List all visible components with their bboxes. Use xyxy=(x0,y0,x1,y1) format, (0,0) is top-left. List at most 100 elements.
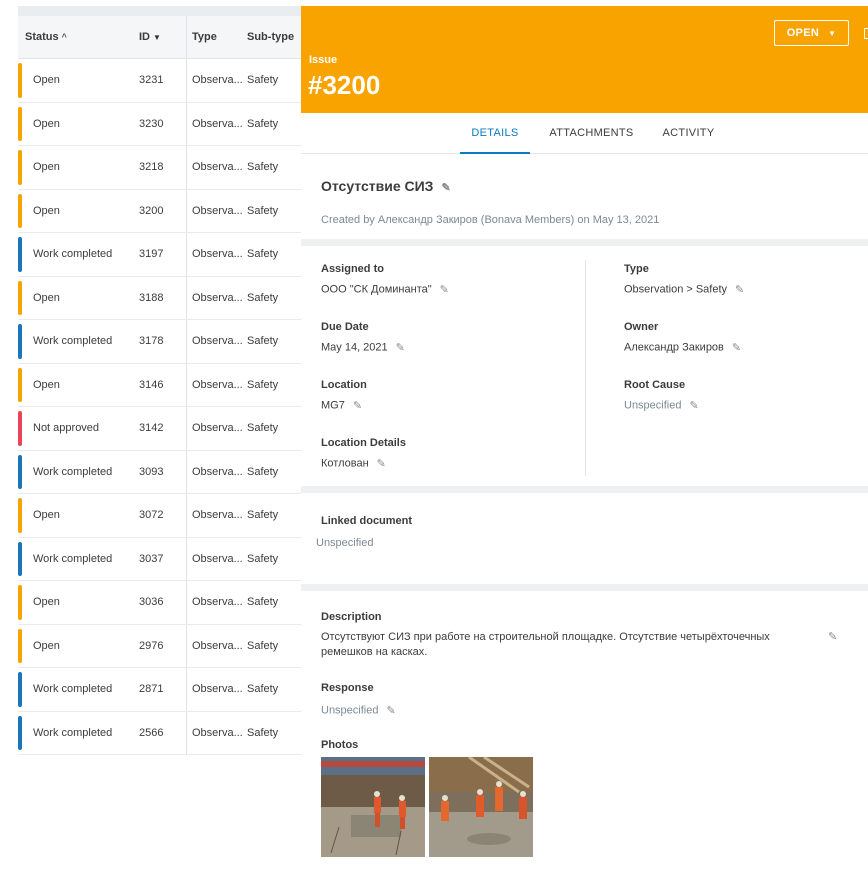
pencil-icon[interactable]: ✎ xyxy=(689,399,698,412)
type-value[interactable]: Observation > Safety ✎ xyxy=(624,283,744,296)
issue-title-section: Отсутствие СИЗ ✎ Created by Александр Зак… xyxy=(301,154,868,239)
table-row[interactable]: Open 3231 Observa... Safety xyxy=(18,59,301,103)
status-color-bar xyxy=(18,411,22,446)
status-color-bar xyxy=(18,628,22,663)
pencil-icon[interactable]: ✎ xyxy=(828,630,837,643)
table-row[interactable]: Open 3200 Observa... Safety xyxy=(18,189,301,233)
pencil-icon[interactable]: ✎ xyxy=(735,283,744,296)
table-row[interactable]: Work completed 3093 Observa... Safety xyxy=(18,450,301,494)
panel-toggle-icon[interactable] xyxy=(864,28,868,39)
caret-down-icon: ▼ xyxy=(828,28,837,38)
owner-label: Owner xyxy=(624,321,659,333)
owner-value[interactable]: Александр Закиров ✎ xyxy=(624,341,741,354)
pencil-icon[interactable]: ✎ xyxy=(386,704,395,717)
id-cell: 3188 xyxy=(122,276,187,319)
subtype-cell: Safety xyxy=(247,552,279,565)
table-row[interactable]: Not approved 3142 Observa... Safety xyxy=(18,407,301,451)
subtype-cell: Safety xyxy=(247,161,279,174)
table-row[interactable]: Open 3146 Observa... Safety xyxy=(18,363,301,407)
subtype-cell: Safety xyxy=(247,422,279,435)
tab-details[interactable]: DETAILS xyxy=(460,113,530,154)
description-section: Description Отсутствуют СИЗ при работе н… xyxy=(301,591,868,869)
photo-thumbnail-2[interactable] xyxy=(429,757,533,857)
pencil-icon[interactable]: ✎ xyxy=(441,181,450,194)
status-color-bar xyxy=(18,324,22,359)
id-cell: 3037 xyxy=(122,537,187,580)
response-label: Response xyxy=(321,682,374,694)
table-row[interactable]: Work completed 2871 Observa... Safety xyxy=(18,668,301,712)
column-header-subtype[interactable]: Sub-type xyxy=(245,16,301,58)
column-header-id[interactable]: ID ▼ xyxy=(122,16,187,58)
sort-ascending-icon: ^ xyxy=(61,32,67,42)
description-line-1: Отсутствуют СИЗ при работе на строительн… xyxy=(321,631,770,643)
issue-number: #3200 xyxy=(308,70,381,100)
section-divider xyxy=(301,486,868,493)
status-cell: Open xyxy=(33,74,60,87)
type-cell: Observa... xyxy=(192,509,243,522)
status-color-bar xyxy=(18,150,22,185)
column-header-status[interactable]: Status ^ xyxy=(18,16,122,58)
pencil-icon[interactable]: ✎ xyxy=(440,283,449,296)
pencil-icon[interactable]: ✎ xyxy=(353,399,362,412)
type-cell: Observa... xyxy=(192,335,243,348)
table-row[interactable]: Open 3072 Observa... Safety xyxy=(18,494,301,538)
table-row[interactable]: Open 3188 Observa... Safety xyxy=(18,276,301,320)
table-row[interactable]: Open 2976 Observa... Safety xyxy=(18,624,301,668)
type-cell: Observa... xyxy=(192,204,243,217)
linked-document-value[interactable]: Unspecified xyxy=(316,537,373,549)
photo-thumbnail-1[interactable] xyxy=(321,757,425,857)
table-row[interactable]: Work completed 2566 Observa... Safety xyxy=(18,711,301,755)
subtype-cell: Safety xyxy=(247,378,279,391)
status-color-bar xyxy=(18,498,22,533)
status-cell: Open xyxy=(33,378,60,391)
type-cell: Observa... xyxy=(192,726,243,739)
construction-photo-1 xyxy=(321,757,425,857)
subtype-cell: Safety xyxy=(247,335,279,348)
status-cell: Open xyxy=(33,117,60,130)
tab-attachments[interactable]: ATTACHMENTS xyxy=(544,113,639,153)
due-date-value[interactable]: May 14, 2021 ✎ xyxy=(321,341,405,354)
table-row[interactable]: Work completed 3197 Observa... Safety xyxy=(18,233,301,277)
type-cell: Observa... xyxy=(192,422,243,435)
response-value[interactable]: Unspecified ✎ xyxy=(321,704,396,717)
issue-title[interactable]: Отсутствие СИЗ ✎ xyxy=(321,178,451,194)
issue-label: Issue xyxy=(309,54,338,66)
id-cell: 3231 xyxy=(122,59,187,102)
assigned-to-value[interactable]: ООО "СК Доминанта" ✎ xyxy=(321,283,449,296)
pencil-icon[interactable]: ✎ xyxy=(377,457,386,470)
type-cell: Observa... xyxy=(192,117,243,130)
subtype-cell: Safety xyxy=(247,248,279,261)
id-cell: 3142 xyxy=(122,407,187,450)
status-color-bar xyxy=(18,715,22,750)
column-header-type[interactable]: Type xyxy=(187,16,245,58)
pencil-icon[interactable]: ✎ xyxy=(732,341,741,354)
subtype-cell: Safety xyxy=(247,683,279,696)
id-cell: 3200 xyxy=(122,189,187,232)
type-label: Type xyxy=(624,263,649,275)
section-divider xyxy=(301,239,868,246)
root-cause-value[interactable]: Unspecified ✎ xyxy=(624,399,699,412)
tab-activity[interactable]: ACTIVITY xyxy=(656,113,721,153)
table-row[interactable]: Open 3218 Observa... Safety xyxy=(18,146,301,190)
status-cell: Work completed xyxy=(33,683,113,696)
linked-document-section: Linked document Unspecified xyxy=(301,493,868,584)
id-cell: 3230 xyxy=(122,102,187,145)
status-cell: Open xyxy=(33,639,60,652)
status-cell: Open xyxy=(33,291,60,304)
due-date-label: Due Date xyxy=(321,321,369,333)
location-details-value[interactable]: Котлован ✎ xyxy=(321,457,386,470)
linked-document-label: Linked document xyxy=(321,515,413,527)
status-color-bar xyxy=(18,280,22,315)
status-color-bar xyxy=(18,541,22,576)
table-row[interactable]: Open 3036 Observa... Safety xyxy=(18,581,301,625)
status-cell: Work completed xyxy=(33,248,113,261)
location-value[interactable]: MG7 ✎ xyxy=(321,399,362,412)
pencil-icon[interactable]: ✎ xyxy=(396,341,405,354)
table-row[interactable]: Open 3230 Observa... Safety xyxy=(18,102,301,146)
status-dropdown-button[interactable]: OPEN ▼ xyxy=(774,20,849,46)
table-row[interactable]: Work completed 3037 Observa... Safety xyxy=(18,537,301,581)
type-cell: Observa... xyxy=(192,378,243,391)
table-row[interactable]: Work completed 3178 Observa... Safety xyxy=(18,320,301,364)
type-cell: Observa... xyxy=(192,639,243,652)
construction-photo-2 xyxy=(429,757,533,857)
